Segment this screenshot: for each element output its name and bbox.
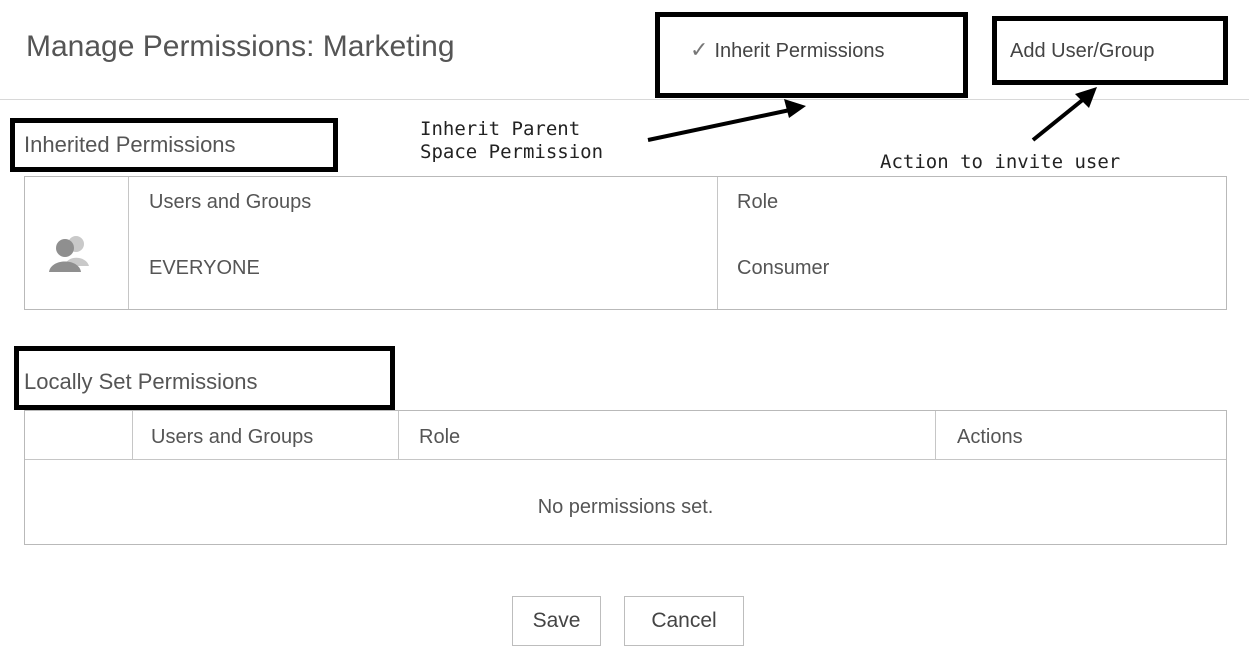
group-icon — [49, 236, 89, 272]
inherited-users-header: Users and Groups — [149, 191, 312, 213]
local-col-divider-3 — [935, 411, 936, 459]
no-permissions-message: No permissions set. — [537, 496, 714, 518]
inherit-arrow — [647, 108, 791, 142]
add-arrow — [1031, 96, 1087, 142]
inherited-col-divider-2 — [717, 177, 718, 309]
inherited-permissions-title: Inherited Permissions — [24, 132, 236, 157]
locally-set-permissions-title: Locally Set Permissions — [24, 369, 258, 394]
annotation-arrows — [647, 87, 1097, 142]
inherited-user-value: EVERYONE — [149, 257, 260, 279]
local-role-header: Role — [419, 426, 461, 448]
inherited-permissions-table: Users and Groups Role EVERYONE Consumer — [24, 176, 1227, 310]
local-actions-header: Actions — [957, 426, 1023, 448]
local-col-divider-2 — [398, 411, 399, 459]
inherited-role-header: Role — [737, 191, 779, 213]
local-permissions-table: Users and Groups Role Actions No permiss… — [24, 410, 1227, 545]
inherited-role-value: Consumer — [737, 257, 830, 279]
inherited-col-divider-1 — [128, 177, 129, 309]
inherit-arrow-head — [784, 99, 806, 118]
save-button[interactable]: Save — [512, 596, 601, 646]
local-col-divider-1 — [132, 411, 133, 459]
local-header-divider — [25, 459, 1226, 460]
cancel-button[interactable]: Cancel — [624, 596, 744, 646]
local-users-header: Users and Groups — [151, 426, 314, 448]
